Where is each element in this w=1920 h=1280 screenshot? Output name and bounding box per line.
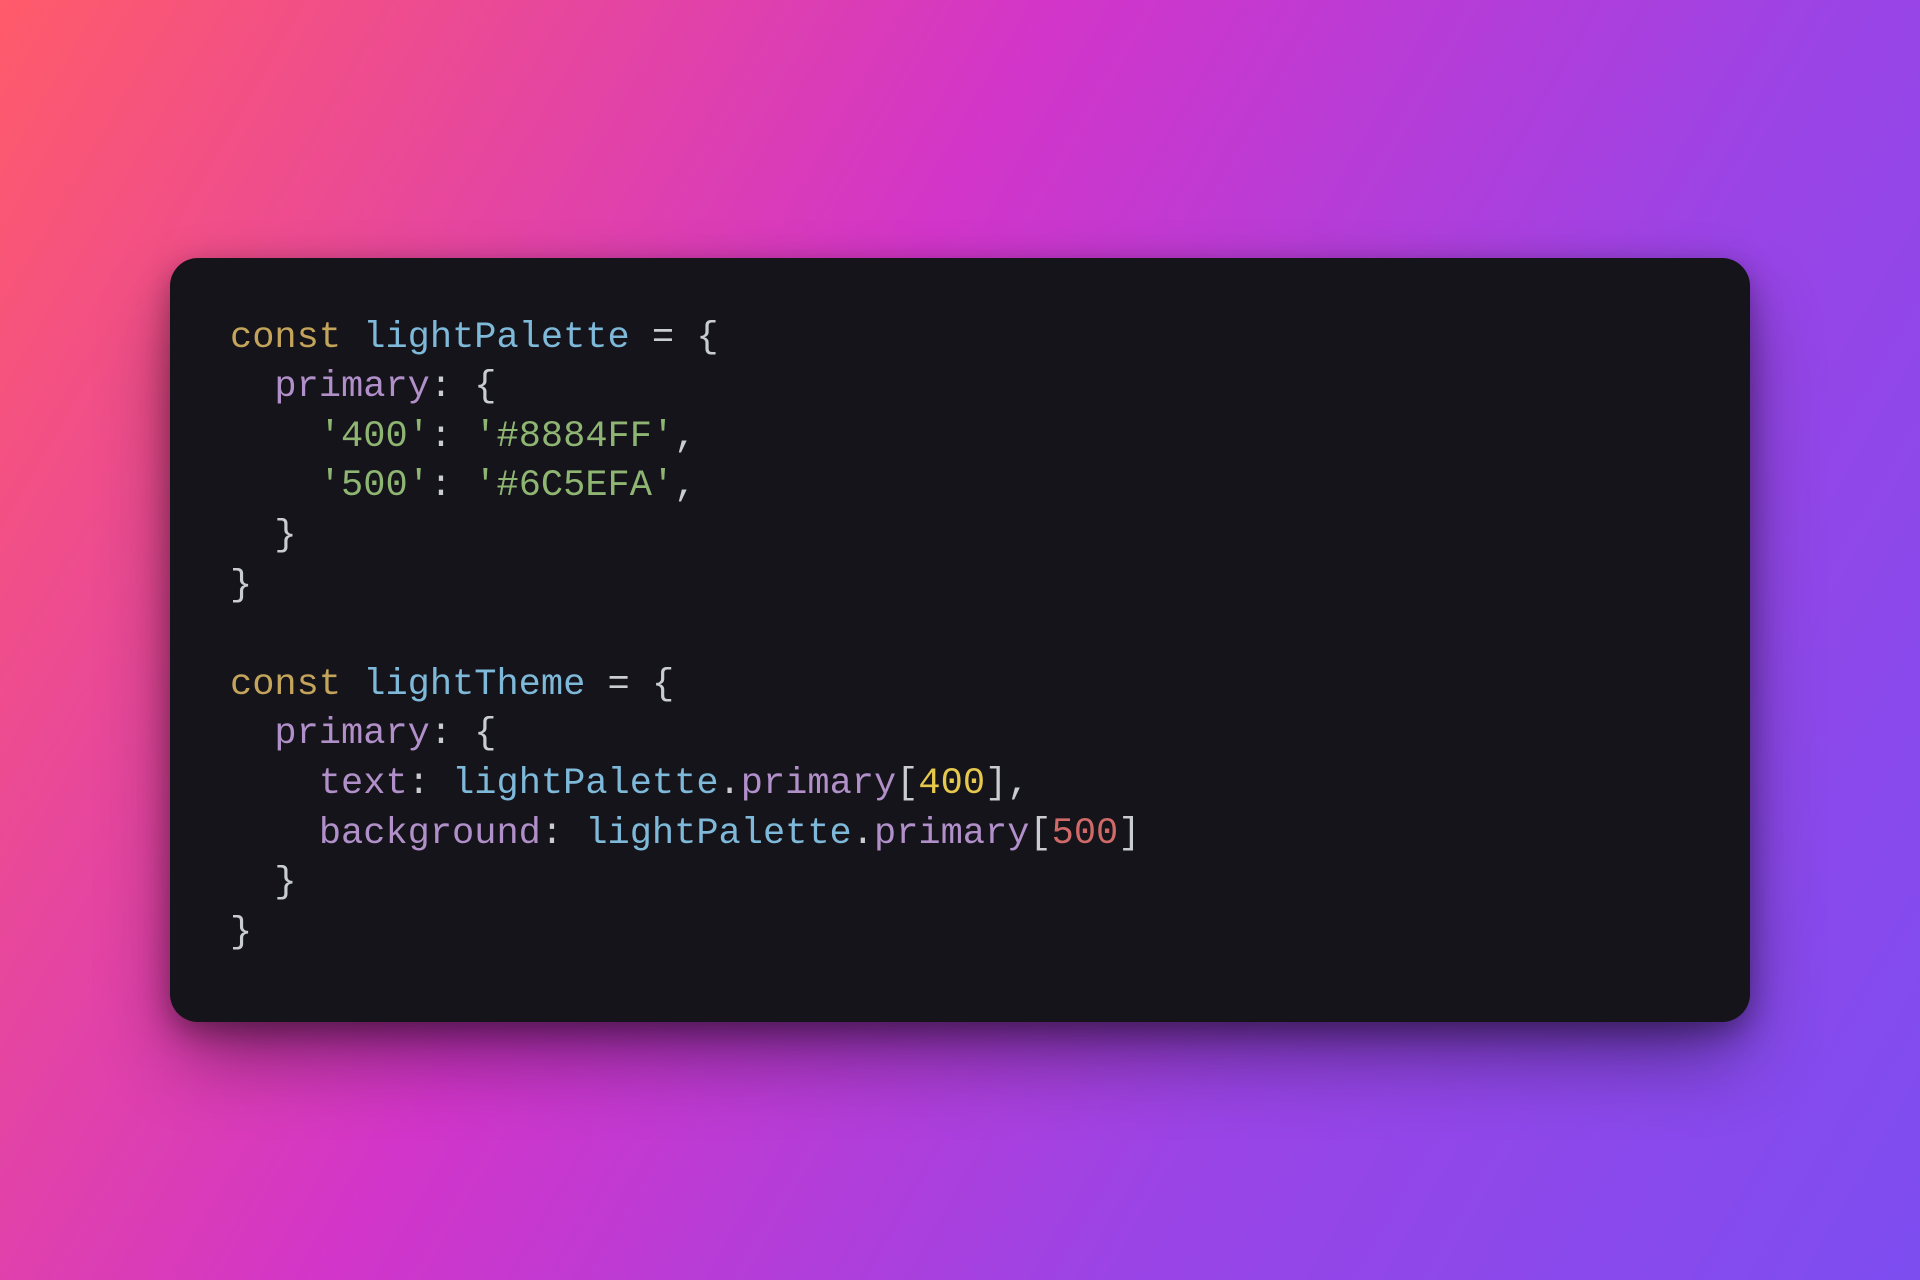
colon: :: [430, 366, 452, 408]
prop-background: background: [319, 813, 541, 855]
indent: [230, 416, 319, 458]
prop-text: text: [319, 763, 408, 805]
space: [630, 664, 652, 706]
space: [563, 813, 585, 855]
identifier-lightPalette: lightPalette: [363, 317, 629, 359]
code-card: const lightPalette = { primary: { '400':…: [170, 258, 1750, 1023]
space: [452, 416, 474, 458]
keyword-const: const: [230, 317, 341, 359]
indent: [230, 713, 274, 755]
ref-lightPalette: lightPalette: [585, 813, 851, 855]
prop-primary: primary: [274, 713, 429, 755]
brace-open: {: [474, 366, 496, 408]
indent: [230, 515, 274, 557]
bracket-close: ]: [985, 763, 1007, 805]
indent: [230, 813, 319, 855]
identifier-lightTheme: lightTheme: [363, 664, 585, 706]
bracket-open: [: [1029, 813, 1051, 855]
space: [674, 317, 696, 359]
code-block: const lightPalette = { primary: { '400':…: [230, 314, 1690, 959]
bracket-close: ]: [1118, 813, 1140, 855]
space: [452, 366, 474, 408]
key-400: '400': [319, 416, 430, 458]
space: [452, 713, 474, 755]
indent: [230, 465, 319, 507]
brace-close: }: [230, 912, 252, 954]
keyword-const: const: [230, 664, 341, 706]
colon: :: [408, 763, 430, 805]
ref-primary: primary: [741, 763, 896, 805]
space: [341, 664, 363, 706]
space: [585, 664, 607, 706]
comma: ,: [674, 465, 696, 507]
brace-open: {: [696, 317, 718, 359]
colon: :: [541, 813, 563, 855]
brace-close: }: [274, 862, 296, 904]
space: [430, 763, 452, 805]
value-6C5EFA: '#6C5EFA': [474, 465, 674, 507]
indent: [230, 366, 274, 408]
comma: ,: [674, 416, 696, 458]
space: [341, 317, 363, 359]
ref-primary: primary: [874, 813, 1029, 855]
colon: :: [430, 416, 452, 458]
equals: =: [608, 664, 630, 706]
value-8884FF: '#8884FF': [474, 416, 674, 458]
brace-close: }: [230, 565, 252, 607]
bracket-open: [: [896, 763, 918, 805]
key-500: '500': [319, 465, 430, 507]
index-500: 500: [1052, 813, 1119, 855]
dot: .: [719, 763, 741, 805]
equals: =: [652, 317, 674, 359]
colon: :: [430, 713, 452, 755]
ref-lightPalette: lightPalette: [452, 763, 718, 805]
brace-open: {: [652, 664, 674, 706]
space: [452, 465, 474, 507]
comma: ,: [1007, 763, 1029, 805]
dot: .: [852, 813, 874, 855]
index-400: 400: [918, 763, 985, 805]
indent: [230, 763, 319, 805]
prop-primary: primary: [274, 366, 429, 408]
brace-open: {: [474, 713, 496, 755]
indent: [230, 862, 274, 904]
space: [630, 317, 652, 359]
brace-close: }: [274, 515, 296, 557]
colon: :: [430, 465, 452, 507]
